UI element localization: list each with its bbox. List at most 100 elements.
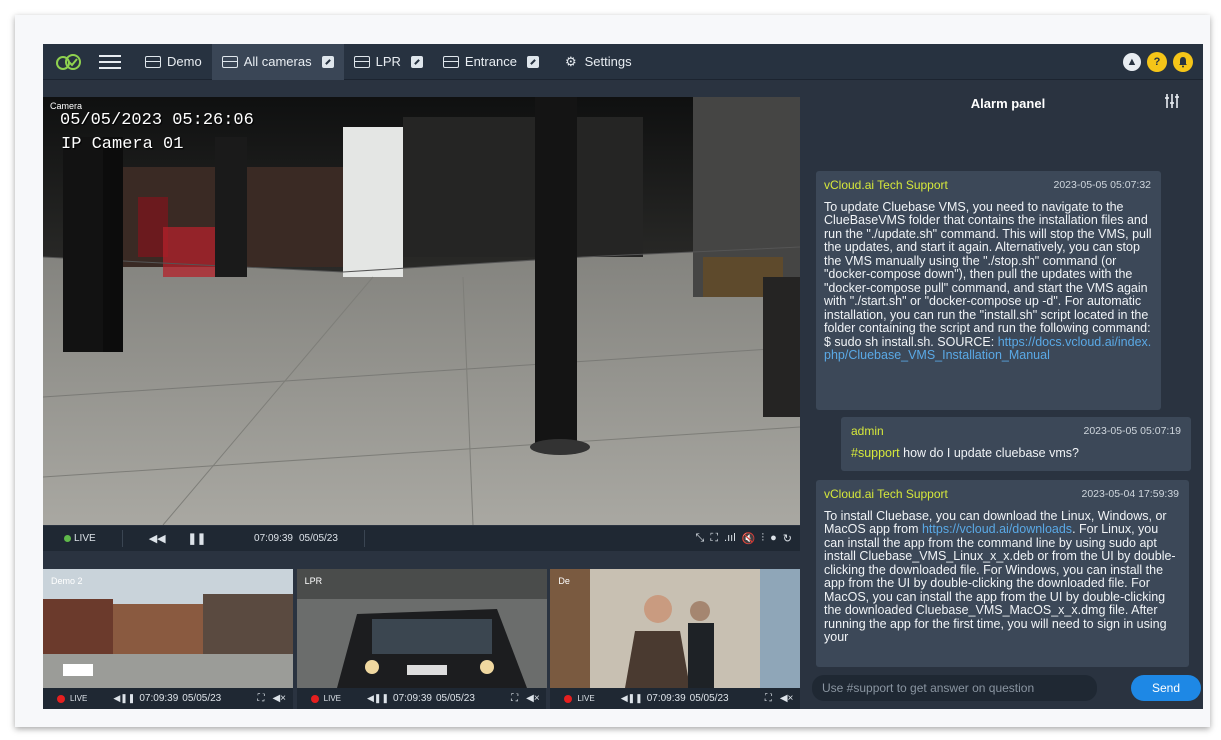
osd-camera-name: IP Camera 01 xyxy=(61,135,184,154)
alarm-panel: Alarm panel vCloud.ai Tech Support 2023-… xyxy=(808,80,1203,709)
mute-icon[interactable]: 🔇 xyxy=(742,532,756,545)
message-timestamp: 2023-05-05 05:07:32 xyxy=(1053,179,1152,191)
live-dot-icon xyxy=(564,694,573,703)
message-link[interactable]: https://vcloud.ai/downloads xyxy=(922,522,1072,536)
input-placeholder: Use #support to get answer on question xyxy=(822,681,1035,695)
message-timestamp: 2023-05-05 05:07:19 xyxy=(1083,425,1182,437)
tab-label: Settings xyxy=(584,54,632,69)
tab-all-cameras[interactable]: All cameras xyxy=(211,43,344,80)
playback-date: 05/05/23 xyxy=(689,693,729,704)
layout-icon xyxy=(145,55,161,68)
message-timestamp: 2023-05-04 17:59:39 xyxy=(1081,488,1180,500)
mute-icon[interactable]: ◀× xyxy=(272,693,286,704)
tab-label: Demo xyxy=(167,54,202,69)
live-indicator[interactable]: LIVE xyxy=(64,533,96,544)
notification-bell-icon[interactable] xyxy=(1173,52,1193,72)
play-pause-icon[interactable]: ◀❚❚ xyxy=(367,693,389,704)
analytics-icon[interactable]: .ııl xyxy=(724,532,736,545)
fullscreen-icon[interactable]: ⛶ xyxy=(511,693,518,704)
main-video-controls: LIVE ◀◀ ❚❚ 07:09:39 05/05/23 ⤡ ⛶ .ııl 🔇 … xyxy=(43,526,800,551)
message-body: To update Cluebase VMS, you need to navi… xyxy=(824,199,1153,363)
thumbnail-label: Demo 2 xyxy=(51,576,83,586)
top-right-controls: ▲ ? xyxy=(1123,52,1193,72)
message-body: To install Cluebase, you can download th… xyxy=(824,509,1181,645)
camera-thumbnails: Demo 2 LIVE ◀❚❚ 07:09:39 05/05/23 ⛶ ◀× LP… xyxy=(43,569,801,709)
message-body: #support how do I update cluebase vms? xyxy=(851,445,1181,461)
live-dot-icon xyxy=(57,694,65,703)
playback-time: 07:09:39 xyxy=(393,693,432,704)
adjust-icon[interactable]: ⫶ xyxy=(761,532,764,545)
playback-date: 05/05/23 xyxy=(182,693,222,704)
thumbnail-controls: LIVE ◀❚❚ 07:09:39 05/05/23 ⛶ ◀× xyxy=(297,688,547,709)
playback-date: 05/05/23 xyxy=(435,693,475,704)
collapse-up-icon[interactable]: ▲ xyxy=(1123,53,1141,71)
thumbnail-lpr[interactable]: LPR LIVE ◀❚❚ 07:09:39 05/05/23 ⛶ ◀× xyxy=(296,569,547,709)
rewind-icon[interactable]: ◀◀ xyxy=(149,532,166,545)
alarm-message[interactable]: vCloud.ai Tech Support 2023-05-04 17:59:… xyxy=(816,480,1189,667)
live-label: LIVE xyxy=(74,533,96,544)
thumbnail-controls: LIVE ◀❚❚ 07:09:39 05/05/23 ⛶ ◀× xyxy=(550,688,800,709)
help-icon[interactable]: ? xyxy=(1147,52,1167,72)
fullscreen-icon[interactable]: ⛶ xyxy=(710,532,718,545)
send-button-label: Send xyxy=(1151,681,1181,695)
thumbnail-image xyxy=(296,569,547,688)
refresh-icon[interactable]: ↻ xyxy=(783,532,792,545)
video-tools: ⤡ ⛶ .ııl 🔇 ⫶ ● ↻ xyxy=(696,532,792,545)
camera-label: Camera xyxy=(50,101,83,111)
alarm-message[interactable]: vCloud.ai Tech Support 2023-05-05 05:07:… xyxy=(816,171,1161,410)
top-bar: Demo All cameras LPR Entrance ⚙ Settings… xyxy=(43,43,1203,80)
play-pause-icon[interactable]: ◀❚❚ xyxy=(113,693,135,704)
edit-icon[interactable] xyxy=(526,55,539,68)
tab-lpr[interactable]: LPR xyxy=(344,44,433,80)
playback-time: 07:09:39 xyxy=(646,693,686,704)
send-button[interactable]: Send xyxy=(1131,675,1201,701)
edit-icon[interactable] xyxy=(321,55,334,68)
alarm-panel-title: Alarm panel xyxy=(970,96,1046,111)
hamburger-menu-icon[interactable] xyxy=(99,52,121,72)
live-label[interactable]: LIVE xyxy=(577,694,594,703)
fullscreen-icon[interactable]: ⛶ xyxy=(765,693,772,704)
playback-time: 07:09:39 xyxy=(254,533,293,544)
mute-icon[interactable]: ◀× xyxy=(526,693,540,704)
layout-icon xyxy=(442,55,459,68)
help-glyph: ? xyxy=(1153,56,1161,68)
fullscreen-icon[interactable]: ⛶ xyxy=(257,693,264,704)
tab-label: LPR xyxy=(375,54,401,69)
message-text: . For Linux, you can install the app fro… xyxy=(824,522,1176,644)
thumbnail-label: De xyxy=(558,576,570,586)
tab-demo[interactable]: Demo xyxy=(135,44,212,80)
alarm-message[interactable]: admin 2023-05-05 05:07:19 #support how d… xyxy=(841,417,1191,471)
thumbnail-image xyxy=(550,569,801,688)
pause-icon[interactable]: ❚❚ xyxy=(188,532,206,545)
osd-datetime: 05/05/2023 05:26:06 xyxy=(60,111,254,130)
message-text: To update Cluebase VMS, you need to navi… xyxy=(824,199,1152,349)
camera-feed-image xyxy=(43,97,800,525)
layout-icon xyxy=(221,55,238,68)
play-pause-icon[interactable]: ◀❚❚ xyxy=(621,693,643,704)
layout-icon xyxy=(353,55,370,68)
message-text: how do I update cluebase vms? xyxy=(899,445,1079,460)
playback-date: 05/05/23 xyxy=(298,533,338,544)
shrink-icon[interactable]: ⤡ xyxy=(696,532,705,545)
live-label[interactable]: LIVE xyxy=(324,694,341,703)
edit-icon[interactable] xyxy=(410,55,423,68)
thumbnail-image xyxy=(43,569,293,688)
thumbnail-controls: LIVE ◀❚❚ 07:09:39 05/05/23 ⛶ ◀× xyxy=(43,688,293,709)
thumbnail-demo-2[interactable]: Demo 2 LIVE ◀❚❚ 07:09:39 05/05/23 ⛶ ◀× xyxy=(43,569,293,709)
live-dot-icon xyxy=(64,535,71,542)
tab-settings[interactable]: ⚙ Settings xyxy=(555,44,642,80)
location-icon[interactable]: ● xyxy=(770,532,777,545)
support-question-input[interactable]: Use #support to get answer on question xyxy=(812,675,1097,701)
thumbnail-entrance[interactable]: De LIVE ◀❚❚ 07:09:39 05/05/23 ⛶ ◀× xyxy=(550,569,801,709)
tab-entrance[interactable]: Entrance xyxy=(433,44,549,80)
support-tag: #support xyxy=(851,445,900,460)
mute-icon[interactable]: ◀× xyxy=(780,693,794,704)
divider xyxy=(121,530,123,547)
thumbnail-label: LPR xyxy=(304,576,323,586)
live-dot-icon xyxy=(310,694,319,703)
logo-icon[interactable] xyxy=(53,49,83,75)
filter-settings-icon[interactable] xyxy=(1163,92,1181,110)
live-label[interactable]: LIVE xyxy=(70,694,87,703)
main-camera-view[interactable]: Camera 05/05/2023 05:26:06 IP Camera 01 xyxy=(43,97,800,525)
divider xyxy=(363,530,365,547)
